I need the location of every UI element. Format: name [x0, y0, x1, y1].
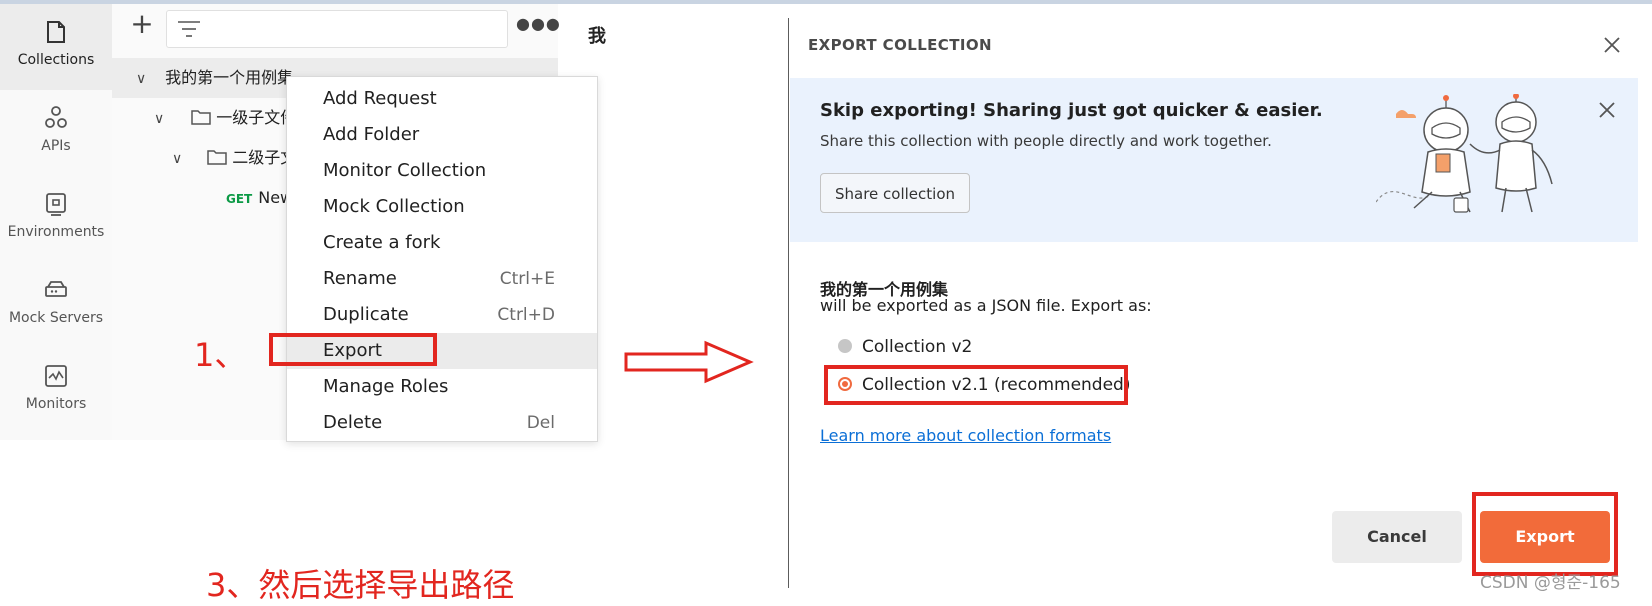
menu-item-mock-collection[interactable]: Mock Collection	[287, 189, 597, 225]
learn-more-link[interactable]: Learn more about collection formats	[820, 426, 1111, 445]
collection-name: 我的第一个用例集	[165, 68, 294, 87]
banner-subtitle: Share this collection with people direct…	[820, 132, 1272, 150]
cancel-button[interactable]: Cancel	[1332, 511, 1462, 563]
sidebar-item-label: Collections	[17, 52, 95, 68]
editor-tab-title: 我	[588, 26, 606, 47]
chevron-down-icon[interactable]: ∨	[172, 139, 186, 179]
folder-icon	[207, 150, 227, 165]
collections-icon	[47, 21, 65, 43]
context-menu: Add Request Add Folder Monitor Collectio…	[286, 76, 598, 442]
menu-item-label: Monitor Collection	[323, 160, 487, 181]
menu-item-label: Create a fork	[323, 232, 441, 253]
menu-item-label: Add Folder	[323, 124, 420, 145]
menu-item-add-request[interactable]: Add Request	[287, 81, 597, 117]
watermark: CSDN @형준-165	[1480, 573, 1621, 593]
menu-item-label: Add Request	[323, 88, 437, 109]
annotation-step1: 1、	[194, 336, 247, 374]
sidebar-item-collections[interactable]: Collections	[0, 4, 112, 90]
method-badge: GET	[226, 192, 253, 206]
more-options-icon[interactable]: ●●●	[516, 14, 561, 33]
filter-icon[interactable]	[176, 18, 202, 40]
radio-label: Collection v2	[862, 337, 973, 357]
banner-title: Skip exporting! Sharing just got quicker…	[820, 100, 1323, 121]
chevron-down-icon[interactable]: ∨	[154, 99, 168, 139]
search-input[interactable]	[166, 10, 508, 48]
menu-item-manage-roles[interactable]: Manage Roles	[287, 369, 597, 405]
menu-item-label: Manage Roles	[323, 376, 449, 397]
sidebar-item-apis[interactable]: APIs	[0, 90, 112, 176]
arrow-right-icon	[624, 340, 754, 384]
divider	[788, 18, 789, 588]
sidebar-item-label: Environments	[7, 224, 105, 240]
sidebar-item-label: Monitors	[25, 396, 87, 412]
shortcut-label: Ctrl+D	[497, 305, 555, 325]
menu-item-add-folder[interactable]: Add Folder	[287, 117, 597, 153]
robots-illustration-icon	[1376, 94, 1553, 213]
shortcut-label: Del	[526, 413, 555, 433]
sidebar-item-label: APIs	[41, 138, 71, 154]
new-collection-button[interactable]: +	[130, 10, 154, 38]
environments-icon	[46, 193, 66, 216]
sidebar-item-monitors[interactable]: Monitors	[0, 348, 112, 434]
sidebar-item-label: Mock Servers	[8, 310, 104, 326]
menu-item-label: Duplicate	[323, 304, 409, 325]
menu-item-delete[interactable]: Delete Del	[287, 405, 597, 441]
apis-icon	[45, 106, 67, 128]
shortcut-label: Ctrl+E	[499, 269, 555, 289]
close-icon[interactable]	[1600, 33, 1624, 57]
request-name: New Request	[258, 188, 286, 207]
export-description: will be exported as a JSON file. Export …	[820, 296, 1152, 315]
folder-icon	[191, 110, 211, 125]
menu-item-label: Rename	[323, 268, 397, 289]
mock-servers-icon	[45, 281, 67, 297]
menu-item-create-fork[interactable]: Create a fork	[287, 225, 597, 261]
menu-item-label: Mock Collection	[323, 196, 465, 217]
monitors-icon	[45, 365, 67, 387]
menu-item-duplicate[interactable]: Duplicate Ctrl+D	[287, 297, 597, 333]
menu-item-rename[interactable]: Rename Ctrl+E	[287, 261, 597, 297]
highlight-box-export-button	[1472, 492, 1618, 576]
menu-item-label: Delete	[323, 412, 383, 433]
dialog-title: EXPORT COLLECTION	[808, 36, 992, 54]
close-icon[interactable]	[1596, 99, 1618, 121]
sidebar-item-mock-servers[interactable]: Mock Servers	[0, 262, 112, 348]
radio-button[interactable]	[838, 339, 852, 353]
tree-subfolder-row[interactable]: ∨ 二级子文件夹	[172, 138, 328, 179]
annotation-step3: 3、然后选择导出路径	[206, 566, 515, 604]
sidebar: Collections APIs Environments Mock Serve…	[0, 4, 113, 440]
menu-item-monitor-collection[interactable]: Monitor Collection	[287, 153, 597, 189]
highlight-box-v21	[824, 365, 1128, 405]
share-collection-button[interactable]: Share collection	[820, 173, 970, 213]
highlight-box-export	[269, 333, 437, 366]
tree-request-row[interactable]: GET New Request	[226, 178, 286, 218]
chevron-down-icon[interactable]: ∨	[136, 59, 150, 99]
sidebar-item-environments[interactable]: Environments	[0, 176, 112, 262]
